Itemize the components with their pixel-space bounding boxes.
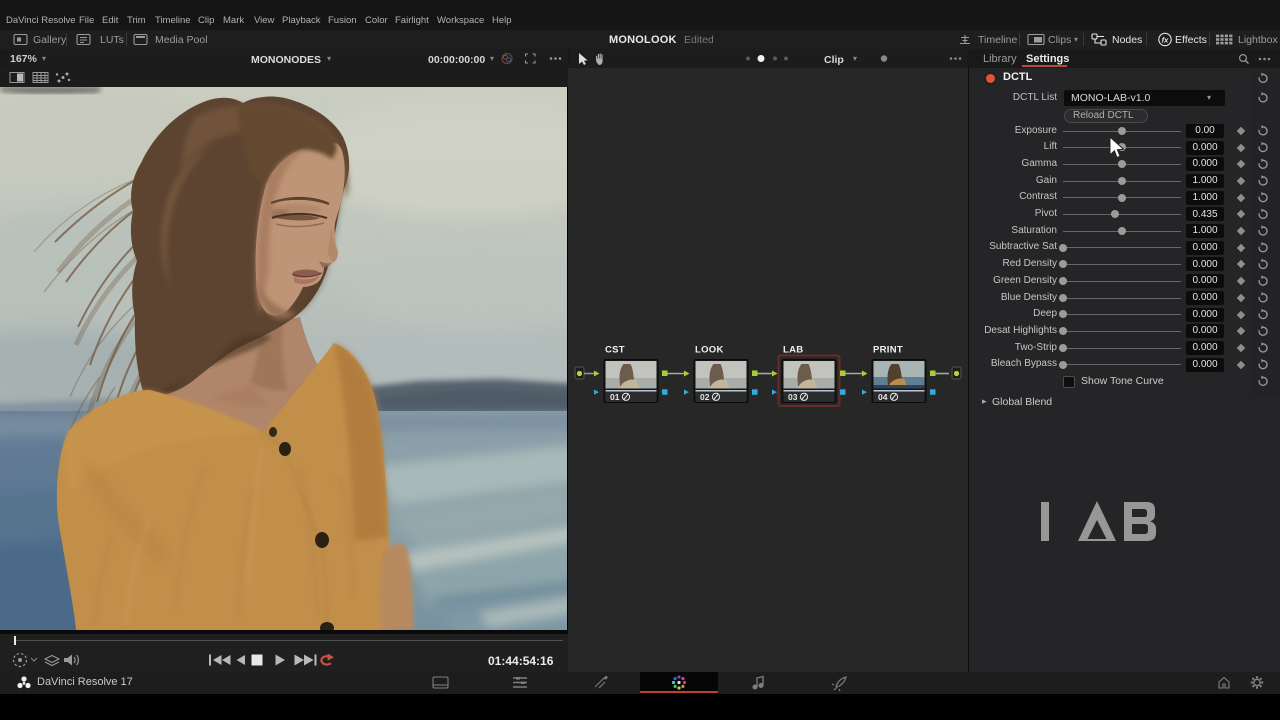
svg-text:fx: fx	[1162, 35, 1169, 44]
svg-text:PRINT: PRINT	[873, 345, 903, 356]
svg-text:04: 04	[878, 392, 888, 402]
svg-text:02: 02	[700, 392, 710, 402]
svg-text:03: 03	[788, 392, 798, 402]
svg-text:LAB: LAB	[783, 345, 803, 356]
svg-text:LOOK: LOOK	[695, 345, 724, 356]
svg-text:CST: CST	[605, 345, 625, 356]
svg-text:01: 01	[610, 392, 620, 402]
svg-text:01:44:54:16: 01:44:54:16	[488, 654, 554, 668]
